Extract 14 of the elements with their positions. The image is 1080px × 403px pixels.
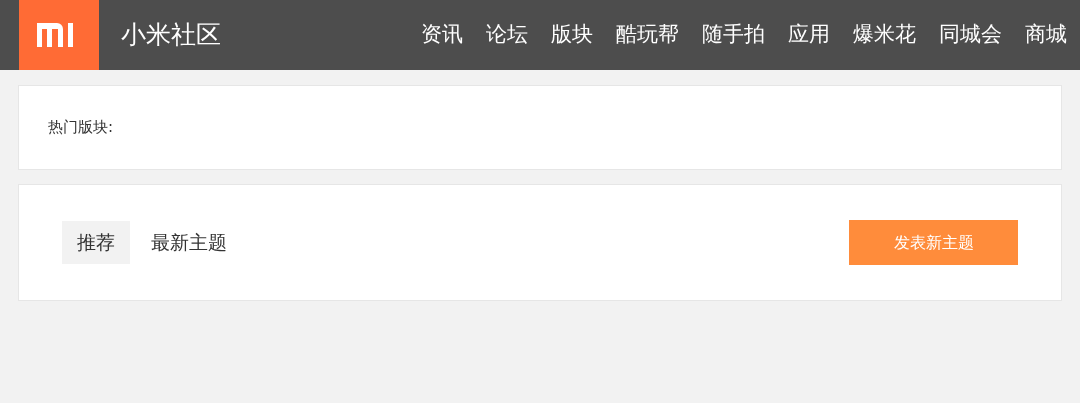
nav-link[interactable]: 商城: [1025, 19, 1067, 51]
nav-link[interactable]: 爆米花: [853, 19, 916, 51]
nav-link[interactable]: 随手拍: [702, 19, 765, 51]
logo-icon[interactable]: [19, 0, 99, 70]
nav-link[interactable]: 同城会: [939, 19, 1002, 51]
nav-link[interactable]: 应用: [788, 19, 830, 51]
nav-link[interactable]: 资讯: [421, 19, 463, 51]
site-name: 小米社区: [121, 19, 221, 52]
nav-link[interactable]: 酷玩帮: [616, 19, 679, 51]
nav-link[interactable]: 论坛: [486, 19, 528, 51]
nav-link[interactable]: 版块: [551, 19, 593, 51]
tab[interactable]: 推荐: [62, 221, 130, 264]
hot-boards-label: 热门版块:: [48, 117, 114, 139]
tab[interactable]: 最新主题: [136, 221, 242, 264]
